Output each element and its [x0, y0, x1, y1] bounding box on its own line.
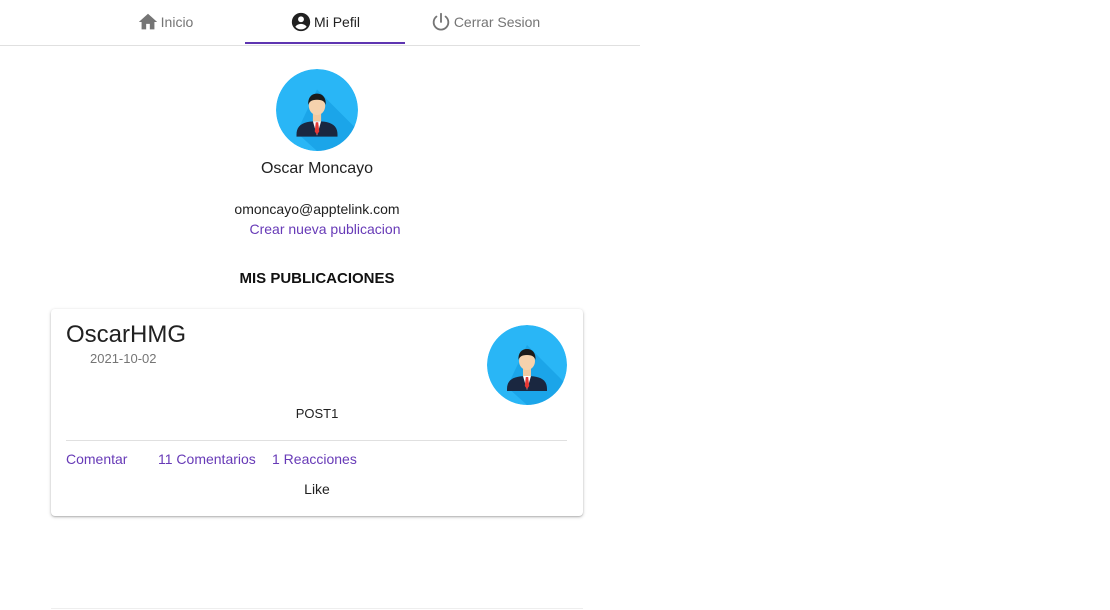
section-title: MIS PUBLICACIONES — [239, 270, 395, 287]
active-tab-indicator — [245, 42, 405, 44]
top-tab-bar: Inicio Mi Pefil Cerrar Sesion — [0, 0, 640, 46]
home-icon — [137, 11, 159, 33]
tab-cerrar-sesion-label: Cerrar Sesion — [453, 14, 541, 30]
comments-count-link[interactable]: 11 Comentarios — [158, 451, 256, 467]
post-date: 2021-10-02 — [90, 351, 157, 366]
profile-avatar — [276, 69, 358, 151]
post-username: OscarHMG — [66, 321, 186, 348]
comment-button[interactable]: Comentar — [66, 451, 127, 467]
tab-cerrar-sesion[interactable]: Cerrar Sesion — [405, 0, 565, 44]
tab-inicio-label: Inicio — [160, 14, 194, 30]
next-card-edge — [51, 608, 583, 609]
power-icon — [430, 11, 452, 33]
create-post-link[interactable]: Crear nueva publicacion — [240, 221, 410, 237]
tab-inicio[interactable]: Inicio — [85, 0, 245, 44]
profile-name: Oscar Moncayo — [260, 160, 374, 177]
profile-email: omoncayo@apptelink.com — [234, 201, 400, 217]
tab-mi-perfil-label: Mi Pefil — [314, 14, 360, 30]
post-content: POST1 — [295, 406, 339, 421]
account-circle-icon — [290, 11, 312, 33]
businessman-avatar-icon — [276, 69, 358, 151]
tab-mi-perfil[interactable]: Mi Pefil — [245, 0, 405, 44]
card-divider — [66, 440, 567, 441]
businessman-avatar-icon — [487, 325, 567, 405]
post-card: OscarHMG 2021-10-02 POST1 Comentar 11 Co… — [51, 309, 583, 516]
app-root: Inicio Mi Pefil Cerrar Sesion Oscar Monc… — [0, 0, 1110, 610]
reactions-count-link[interactable]: 1 Reacciones — [272, 451, 357, 467]
post-author-avatar — [487, 325, 567, 405]
like-button[interactable]: Like — [51, 481, 583, 497]
